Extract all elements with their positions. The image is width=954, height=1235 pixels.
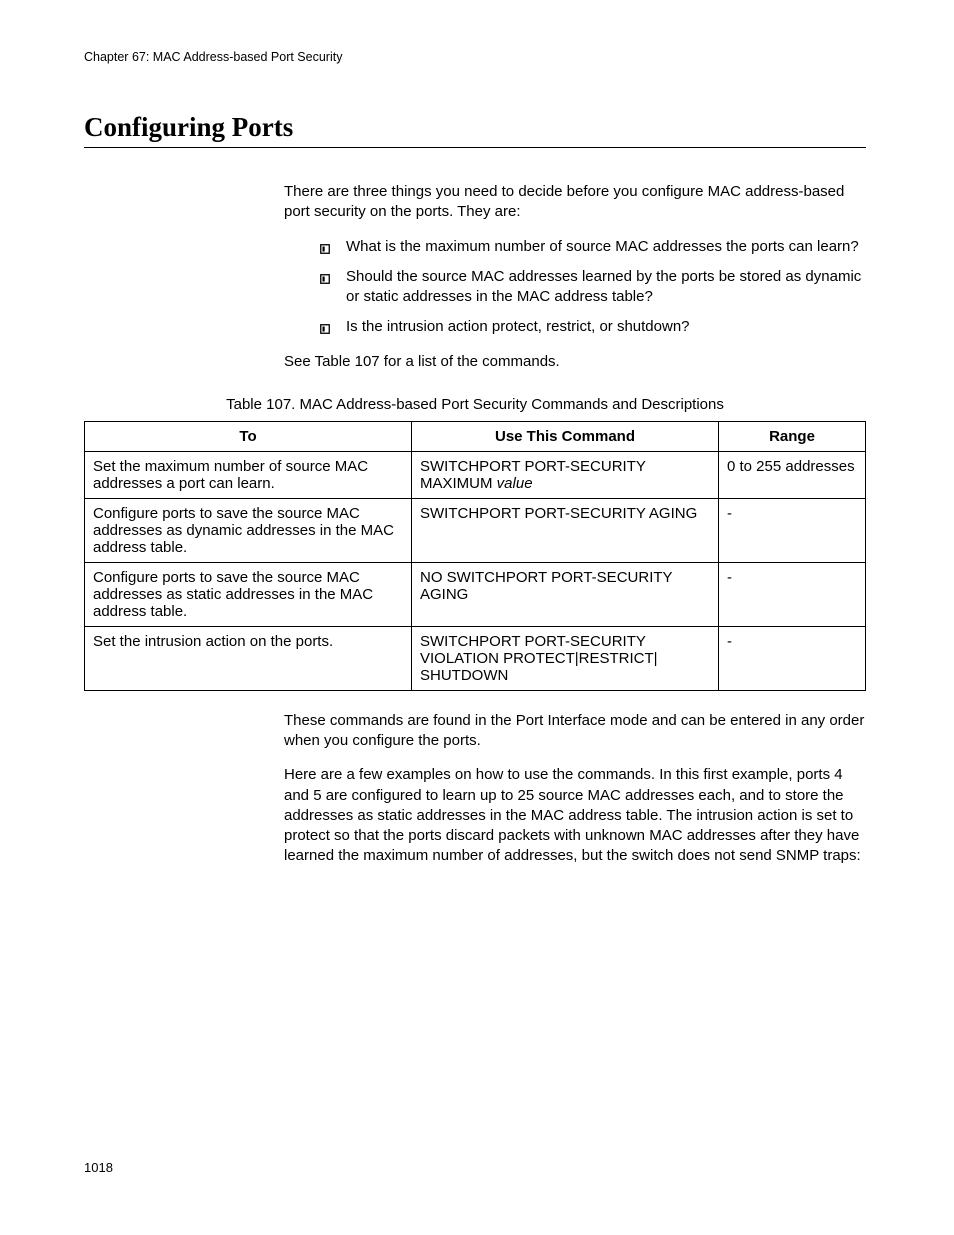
list-item: Is the intrusion action protect, restric… <box>320 317 866 337</box>
cell-range: - <box>719 562 866 626</box>
cmd-arg: value <box>497 475 533 492</box>
cell-range: 0 to 255 addresses <box>719 451 866 498</box>
cell-command: SWITCHPORT PORT-SECURITY MAXIMUM value <box>412 451 719 498</box>
table-header-row: To Use This Command Range <box>85 421 866 451</box>
table-row: Set the intrusion action on the ports. S… <box>85 626 866 690</box>
cell-command: SWITCHPORT PORT-SECURITY VIOLATION PROTE… <box>412 626 719 690</box>
cmd-text: SWITCHPORT PORT-SECURITY MAXIMUM <box>420 458 646 492</box>
intro-paragraph: There are three things you need to decid… <box>284 182 866 223</box>
cell-to: Set the maximum number of source MAC add… <box>85 451 412 498</box>
after-block: These commands are found in the Port Int… <box>284 711 866 867</box>
col-header-to: To <box>85 421 412 451</box>
bullet-text: Is the intrusion action protect, restric… <box>346 318 690 335</box>
cmd-text: NO SWITCHPORT PORT-SECURITY AGING <box>420 569 672 603</box>
bullet-icon <box>320 270 330 290</box>
bullet-text: What is the maximum number of source MAC… <box>346 238 859 255</box>
commands-table: To Use This Command Range Set the maximu… <box>84 421 866 691</box>
page-container: Chapter 67: MAC Address-based Port Secur… <box>0 0 954 1235</box>
intro-block: There are three things you need to decid… <box>284 182 866 372</box>
section-title: Configuring Ports <box>84 112 866 148</box>
table-row: Configure ports to save the source MAC a… <box>85 498 866 562</box>
cell-range: - <box>719 498 866 562</box>
bullet-text: Should the source MAC addresses learned … <box>346 268 861 305</box>
cell-command: SWITCHPORT PORT-SECURITY AGING <box>412 498 719 562</box>
cmd-text: SWITCHPORT PORT-SECURITY AGING <box>420 505 697 522</box>
cmd-text: SWITCHPORT PORT-SECURITY VIOLATION PROTE… <box>420 633 658 684</box>
see-table-line: See Table 107 for a list of the commands… <box>284 352 866 372</box>
cell-to: Configure ports to save the source MAC a… <box>85 562 412 626</box>
cell-range: - <box>719 626 866 690</box>
chapter-header: Chapter 67: MAC Address-based Port Secur… <box>84 50 866 64</box>
list-item: Should the source MAC addresses learned … <box>320 267 866 308</box>
after-paragraph-1: These commands are found in the Port Int… <box>284 711 866 752</box>
bullet-icon <box>320 240 330 260</box>
col-header-command: Use This Command <box>412 421 719 451</box>
page-number: 1018 <box>84 1160 113 1175</box>
cell-to: Configure ports to save the source MAC a… <box>85 498 412 562</box>
cell-to: Set the intrusion action on the ports. <box>85 626 412 690</box>
intro-bullet-list: What is the maximum number of source MAC… <box>320 237 866 338</box>
table-caption: Table 107. MAC Address-based Port Securi… <box>84 396 866 413</box>
col-header-range: Range <box>719 421 866 451</box>
table-row: Configure ports to save the source MAC a… <box>85 562 866 626</box>
cell-command: NO SWITCHPORT PORT-SECURITY AGING <box>412 562 719 626</box>
after-paragraph-2: Here are a few examples on how to use th… <box>284 765 866 866</box>
list-item: What is the maximum number of source MAC… <box>320 237 866 257</box>
table-row: Set the maximum number of source MAC add… <box>85 451 866 498</box>
bullet-icon <box>320 320 330 340</box>
